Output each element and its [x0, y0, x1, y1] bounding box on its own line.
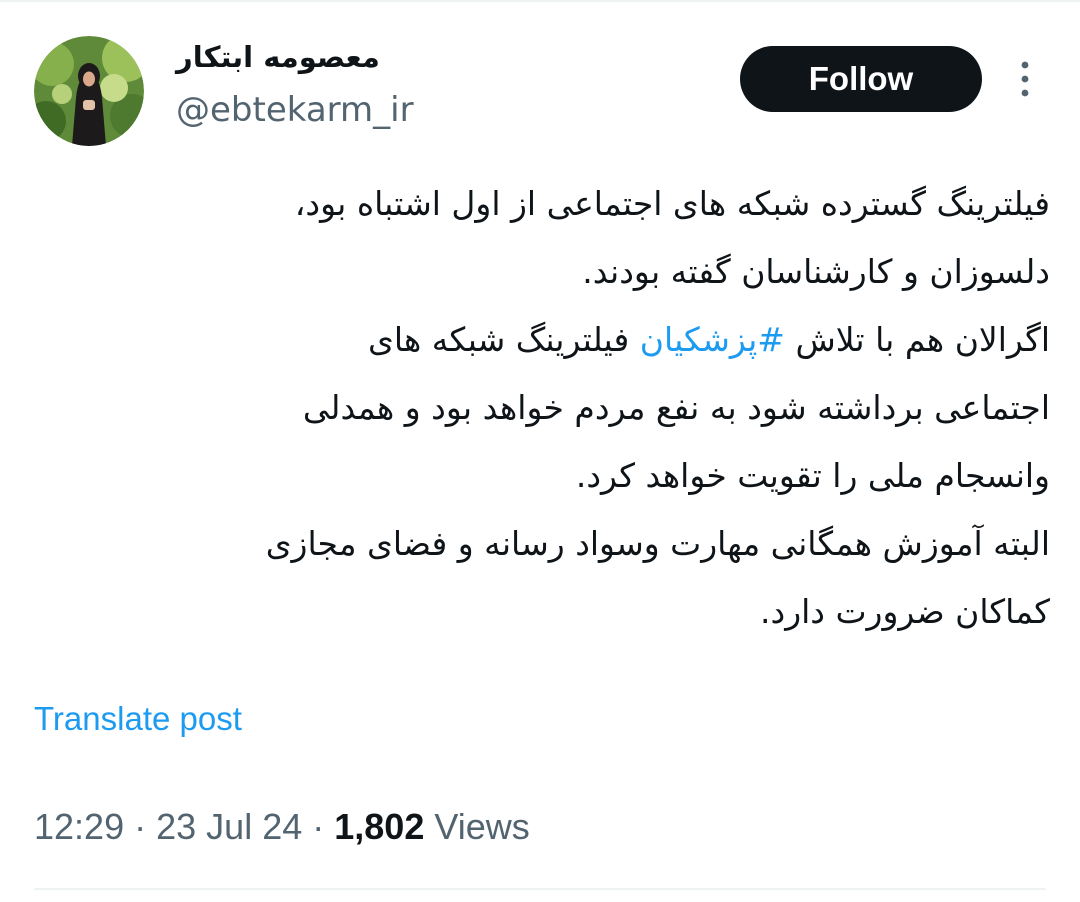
- tweet-line: دلسوزان و کارشناسان گفته بودند.: [582, 252, 1050, 291]
- tweet-line: کماکان ضرورت دارد.: [760, 592, 1050, 631]
- tweet-line: اگرالان هم با تلاش #پزشکیان فیلترینگ شبک…: [30, 306, 1050, 374]
- tweet-text-segment: اگرالان هم با تلاش: [784, 320, 1050, 359]
- tweet-line: وانسجام ملی را تقویت خواهد کرد.: [575, 456, 1050, 495]
- tweet-text-segment: فیلترینگ شبکه های: [368, 320, 640, 359]
- bottom-divider: [34, 888, 1046, 890]
- translate-post-link[interactable]: Translate post: [34, 700, 242, 738]
- post-metadata: 12:29 · 23 Jul 24 · 1,802 Views: [34, 806, 530, 848]
- post-time[interactable]: 12:29: [34, 806, 124, 847]
- more-options-icon[interactable]: [1008, 58, 1042, 100]
- display-name[interactable]: معصومه ابتکار: [176, 40, 380, 75]
- tweet-line: البته آموزش همگانی مهارت وسواد رسانه و ف…: [265, 524, 1050, 563]
- tweet-text: فیلترینگ گسترده شبکه های اجتماعی از اول …: [30, 170, 1050, 646]
- profile-photo-icon: [34, 36, 144, 146]
- avatar[interactable]: [34, 36, 144, 146]
- views-count[interactable]: 1,802: [334, 806, 424, 847]
- tweet-line: فیلترینگ گسترده شبکه های اجتماعی از اول …: [294, 184, 1050, 223]
- hashtag-link[interactable]: #پزشکیان: [640, 320, 785, 359]
- follow-button[interactable]: Follow: [740, 46, 982, 112]
- post-date[interactable]: 23 Jul 24: [156, 806, 302, 847]
- tweet-line: اجتماعی برداشته شود به نفع مردم خواهد بو…: [302, 388, 1050, 427]
- views-label[interactable]: Views: [434, 806, 529, 847]
- meta-separator: ·: [312, 806, 325, 847]
- meta-separator: ·: [134, 806, 147, 847]
- top-divider: [0, 0, 1080, 2]
- user-handle[interactable]: @ebtekarm_ir: [176, 90, 414, 131]
